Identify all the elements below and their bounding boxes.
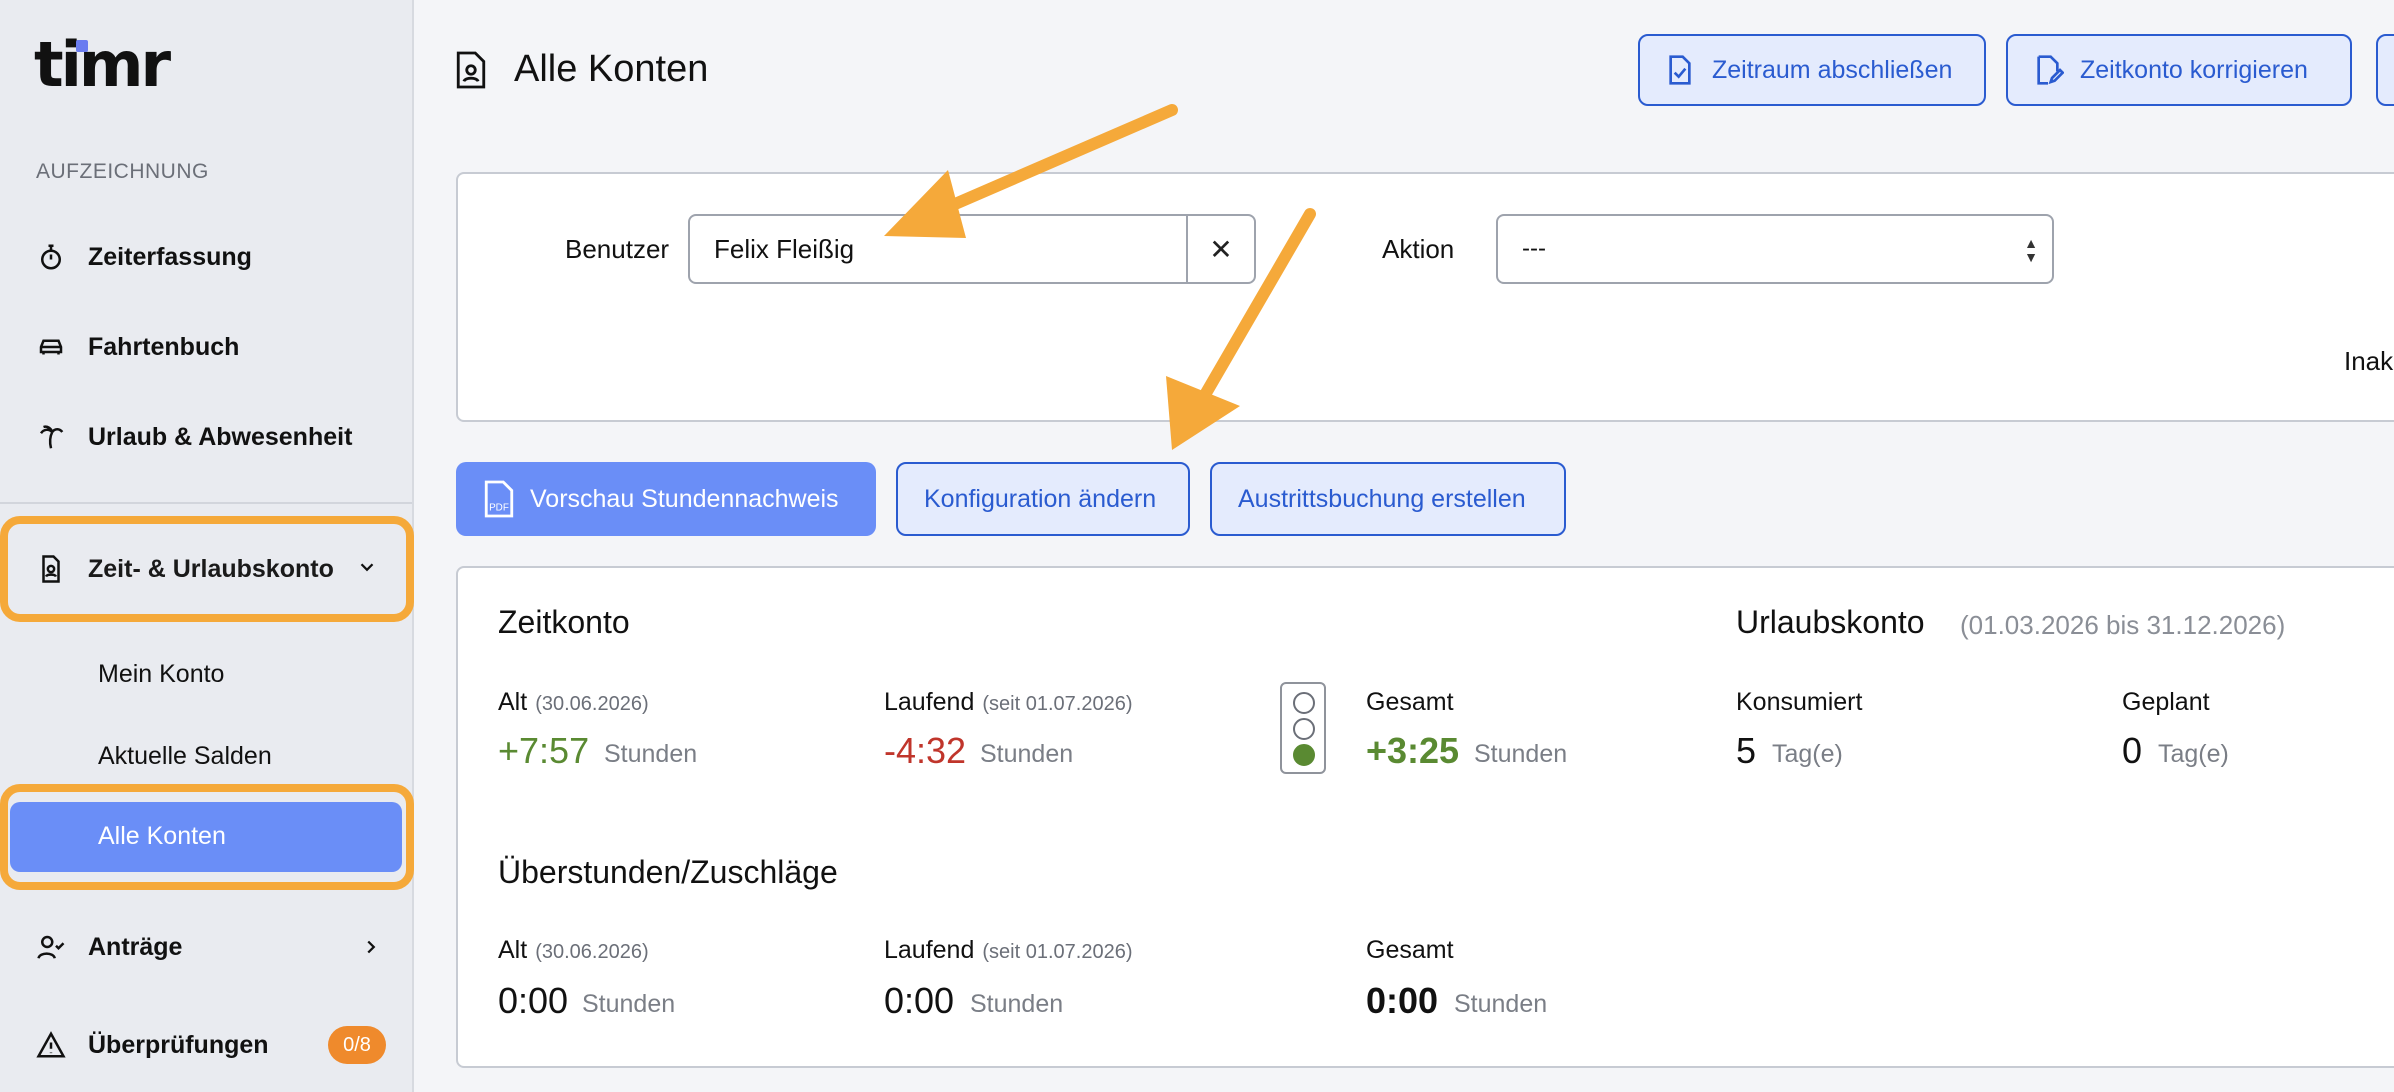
page-title: Alle Konten (514, 48, 709, 90)
urlaubskonto-title: Urlaubskonto (1736, 604, 1925, 640)
ueberstunden-laufend-label: Laufend (seit 01.07.2026) (884, 936, 1133, 964)
zeitkonto-title: Zeitkonto (498, 604, 630, 640)
sidebar-item-ueberpruefungen[interactable]: Überprüfungen (36, 1030, 269, 1060)
ueberstunden-alt-label: Alt (30.06.2026) (498, 936, 649, 964)
stopwatch-icon (41, 244, 61, 270)
sidebar-item-antraege[interactable]: Anträge (36, 932, 182, 962)
geplant-value: 0 (2122, 730, 2143, 771)
more-header-button[interactable] (2376, 34, 2394, 106)
zeitkonto-gesamt-label: Gesamt (1366, 688, 1454, 716)
svg-text:PDF: PDF (489, 502, 509, 513)
sidebar-item-label: Urlaub & Abwesenheit (88, 422, 353, 451)
unit-label: Stunden (980, 740, 1074, 768)
button-label: Zeitraum abschließen (1712, 55, 1953, 84)
user-search-input[interactable] (688, 214, 1188, 284)
action-label: Aktion (1382, 234, 1455, 264)
konsumiert-value: 5 (1736, 730, 1757, 771)
palm-tree-icon (39, 425, 64, 449)
zeitkonto-gesamt-value: +3:25 (1366, 730, 1460, 771)
pdf-icon: PDF (484, 480, 514, 518)
ueberstunden-laufend-value: 0:00 (884, 980, 955, 1021)
traffic-light-green (1293, 744, 1315, 766)
highlight-box-alle-konten (0, 784, 414, 890)
logo-dot (76, 40, 88, 52)
chevron-right-icon (367, 940, 376, 954)
document-check-icon (1669, 55, 1691, 85)
section-label: AUFZEICHNUNG (36, 160, 209, 183)
zeitraum-abschliessen-button[interactable]: Zeitraum abschließen (1638, 34, 1986, 106)
unit-label: Stunden (1474, 740, 1568, 768)
action-select[interactable]: --- ▲ ▼ (1496, 214, 2054, 284)
clear-user-button[interactable]: ✕ (1186, 214, 1256, 284)
document-user-icon (456, 51, 486, 89)
traffic-light-icon (1280, 682, 1326, 774)
user-check-icon (37, 935, 65, 959)
sidebar-divider (0, 502, 412, 504)
timr-logo[interactable]: timr (34, 28, 171, 101)
sidebar-item-urlaub[interactable]: Urlaub & Abwesenheit (36, 422, 352, 452)
highlight-box-konto (0, 516, 414, 622)
close-icon: ✕ (1209, 233, 1233, 265)
konsumiert-label: Konsumiert (1736, 688, 1863, 716)
select-arrows-icon: ▲ ▼ (2024, 235, 2038, 265)
button-label: Vorschau Stundennachweis (530, 484, 839, 513)
inactive-label: Inak (2344, 346, 2394, 376)
sidebar-item-label: Anträge (88, 932, 183, 961)
ueberstunden-gesamt-label: Gesamt (1366, 936, 1454, 964)
sidebar-subitem-mein-konto[interactable]: Mein Konto (98, 660, 224, 689)
zeitkonto-alt-value: +7:57 (498, 730, 590, 771)
sidebar-item-label: Zeiterfassung (88, 242, 252, 271)
user-label: Benutzer (565, 234, 670, 264)
traffic-light-yellow (1293, 718, 1315, 740)
button-label: Zeitkonto korrigieren (2080, 55, 2308, 84)
button-label: Austrittsbuchung erstellen (1238, 484, 1526, 513)
ueberstunden-title: Überstunden/Zuschläge (498, 854, 838, 890)
zeitkonto-alt-label: Alt (30.06.2026) (498, 688, 649, 716)
unit-label: Stunden (970, 990, 1064, 1018)
button-label: Konfiguration ändern (924, 484, 1157, 513)
zeitkonto-korrigieren-button[interactable]: Zeitkonto korrigieren (2006, 34, 2352, 106)
zeitkonto-laufend-value: -4:32 (884, 730, 967, 771)
konfiguration-aendern-button[interactable]: Konfiguration ändern (896, 462, 1190, 536)
unit-label: Tag(e) (2158, 740, 2229, 768)
traffic-light-red (1293, 692, 1315, 714)
sidebar-item-zeiterfassung[interactable]: Zeiterfassung (36, 242, 252, 272)
zeitkonto-laufend-label: Laufend (seit 01.07.2026) (884, 688, 1133, 716)
unit-label: Stunden (604, 740, 698, 768)
count-badge: 0/8 (328, 1026, 386, 1064)
select-value: --- (1522, 235, 1546, 262)
document-edit-icon (2037, 55, 2064, 85)
austrittsbuchung-erstellen-button[interactable]: Austrittsbuchung erstellen (1210, 462, 1566, 536)
unit-label: Tag(e) (1772, 740, 1843, 768)
unit-label: Stunden (1454, 990, 1548, 1018)
unit-label: Stunden (582, 990, 676, 1018)
ueberstunden-alt-value: 0:00 (498, 980, 569, 1021)
warning-icon (36, 1031, 66, 1058)
urlaubskonto-range: (01.03.2026 bis 31.12.2026) (1960, 610, 2286, 640)
logo-text: timr (34, 28, 171, 101)
preview-stundennachweis-button[interactable]: PDF Vorschau Stundennachweis (456, 462, 876, 536)
ueberstunden-gesamt-value: 0:00 (1366, 980, 1439, 1021)
sidebar-item-label: Fahrtenbuch (88, 332, 240, 361)
sidebar-item-fahrtenbuch[interactable]: Fahrtenbuch (36, 332, 239, 362)
filter-panel (456, 172, 2394, 422)
geplant-label: Geplant (2122, 688, 2210, 716)
sidebar: timr AUFZEICHNUNG Zeiterfassung Fahrtenb… (0, 0, 414, 1092)
sidebar-subitem-aktuelle-salden[interactable]: Aktuelle Salden (98, 742, 272, 771)
sidebar-item-label: Überprüfungen (88, 1030, 269, 1059)
car-icon (39, 339, 63, 355)
